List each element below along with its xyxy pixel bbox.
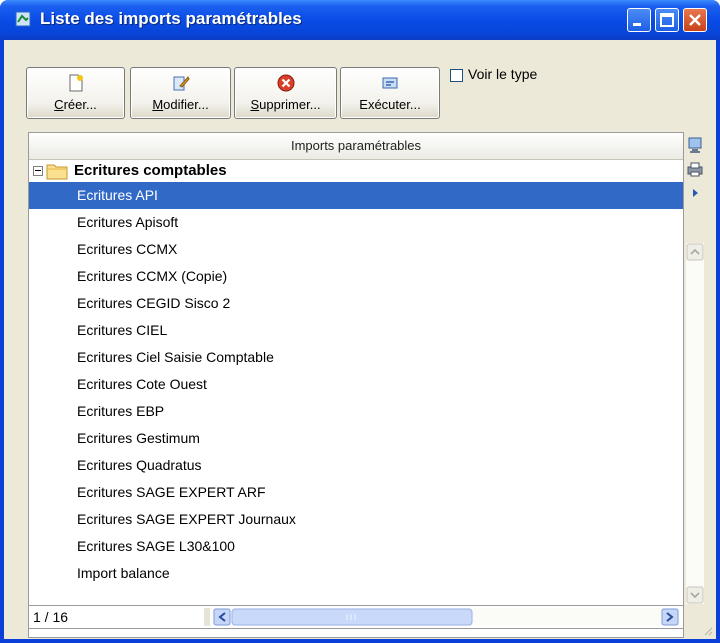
create-button-accel: C xyxy=(54,97,64,112)
row-label: Ecritures CCMX (Copie) xyxy=(77,268,228,284)
maximize-button[interactable] xyxy=(655,8,679,32)
delete-icon xyxy=(277,74,294,92)
delete-button-label: upprimer... xyxy=(259,97,321,112)
row-label: Ecritures Gestimum xyxy=(77,430,200,446)
table-row[interactable]: Ecritures SAGE EXPERT Journaux xyxy=(29,506,683,533)
imports-table: Imports paramétrables Ecritures comptabl… xyxy=(28,132,684,638)
table-row[interactable]: Ecritures Quadratus xyxy=(29,452,683,479)
row-label: Ecritures SAGE L30&100 xyxy=(77,538,235,554)
row-label: Ecritures API xyxy=(77,187,158,203)
record-count: 1 / 16 xyxy=(33,609,69,625)
close-icon xyxy=(689,14,701,26)
execute-button[interactable]: Exécuter... xyxy=(340,67,440,119)
window-client: Créer... Modifier... Supprimer... Exécut… xyxy=(4,40,716,639)
vertical-scrollbar-track xyxy=(686,243,704,604)
execute-icon xyxy=(382,77,398,89)
resize-grip-icon[interactable] xyxy=(702,625,714,637)
modify-button-accel: M xyxy=(152,97,164,112)
close-button[interactable] xyxy=(683,8,707,32)
row-label: Ecritures CIEL xyxy=(77,322,168,338)
table-row[interactable]: Ecritures EBP xyxy=(29,398,683,425)
app-icon xyxy=(15,11,31,27)
table-row[interactable]: Ecritures SAGE EXPERT ARF xyxy=(29,479,683,506)
minimize-icon xyxy=(633,23,641,26)
edit-document-icon xyxy=(173,76,190,91)
new-document-icon xyxy=(69,74,83,92)
delete-button[interactable]: Supprimer... xyxy=(234,67,337,119)
row-label: Import balance xyxy=(77,565,170,581)
table-row[interactable]: Ecritures Apisoft xyxy=(29,209,683,236)
window-title: Liste des imports paramétrables xyxy=(40,9,302,28)
arrow-right-icon[interactable] xyxy=(686,184,704,202)
table-row[interactable]: Ecritures Ciel Saisie Comptable xyxy=(29,344,683,371)
maximize-icon xyxy=(660,13,674,27)
row-label: Ecritures CCMX xyxy=(77,241,178,257)
modify-button[interactable]: Modifier... xyxy=(130,67,231,119)
row-label: Ecritures CEGID Sisco 2 xyxy=(77,295,231,311)
create-button-label: réer... xyxy=(63,97,97,112)
row-label: Ecritures Cote Ouest xyxy=(77,376,207,392)
horizontal-scrollbar-track xyxy=(204,608,680,626)
table-row[interactable]: Ecritures Gestimum xyxy=(29,425,683,452)
table-row[interactable]: Ecritures CEGID Sisco 2 xyxy=(29,290,683,317)
table-body: Ecritures comptables Ecritures API Ecrit… xyxy=(29,160,683,634)
row-label: Ecritures SAGE EXPERT Journaux xyxy=(77,511,296,527)
folder-icon xyxy=(46,164,68,180)
minimize-button[interactable] xyxy=(627,8,651,32)
app-window: Liste des imports paramétrables Créer...… xyxy=(0,0,720,643)
table-row[interactable]: Import balance xyxy=(29,560,683,587)
row-label: Ecritures Apisoft xyxy=(77,214,179,230)
monitor-icon[interactable] xyxy=(686,136,704,154)
printer-icon[interactable] xyxy=(686,160,704,178)
execute-button-label: Exécuter... xyxy=(359,97,421,112)
collapse-icon[interactable] xyxy=(33,166,43,176)
table-row[interactable]: Ecritures CCMX xyxy=(29,236,683,263)
row-label: Ecritures EBP xyxy=(77,403,165,419)
modify-button-label: odifier... xyxy=(163,97,209,112)
column-header-imports[interactable]: Imports paramétrables xyxy=(29,133,683,160)
horizontal-scrollbar[interactable] xyxy=(204,608,680,626)
row-label: Ecritures SAGE EXPERT ARF xyxy=(77,484,266,500)
row-label: Ecritures Ciel Saisie Comptable xyxy=(77,349,274,365)
create-button[interactable]: Créer... xyxy=(26,67,125,119)
table-row[interactable]: Ecritures SAGE L30&100 xyxy=(29,533,683,560)
table-row[interactable]: Ecritures API xyxy=(29,182,683,209)
group-label: Ecritures comptables xyxy=(74,162,227,179)
table-row[interactable]: Ecritures CCMX (Copie) xyxy=(29,263,683,290)
status-bar: 1 / 16 xyxy=(28,605,684,629)
title-bar[interactable]: Liste des imports paramétrables xyxy=(0,0,720,40)
table-row[interactable]: Ecritures CIEL xyxy=(29,317,683,344)
show-type-checkbox[interactable] xyxy=(450,69,463,82)
show-type-label: Voir le type xyxy=(468,66,538,82)
vertical-scrollbar[interactable] xyxy=(686,243,704,604)
row-label: Ecritures Quadratus xyxy=(77,457,202,473)
group-row[interactable]: Ecritures comptables xyxy=(29,160,683,182)
delete-button-accel: S xyxy=(250,97,260,112)
table-row[interactable]: Ecritures Cote Ouest xyxy=(29,371,683,398)
